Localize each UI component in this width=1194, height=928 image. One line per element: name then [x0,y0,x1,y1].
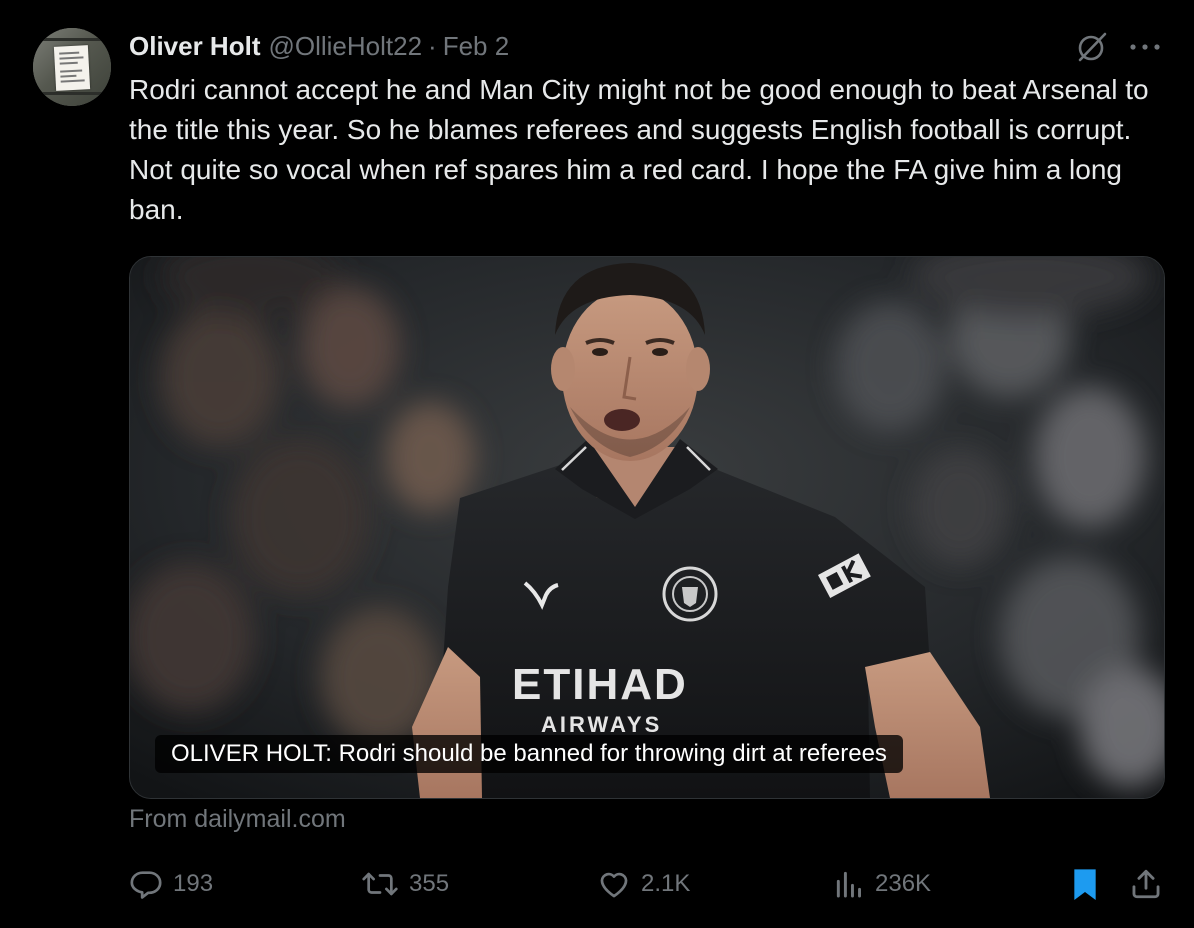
tweet[interactable]: Oliver Holt @OllieHolt22 · Feb 2 Rodri c… [0,0,1194,928]
share-icon [1132,869,1160,899]
views-count: 236K [875,870,932,897]
svg-text:AIRWAYS: AIRWAYS [541,712,662,737]
like-icon [600,872,628,898]
bookmark-button[interactable] [1069,864,1111,904]
card-caption: OLIVER HOLT: Rodri should be banned for … [155,735,903,773]
grok-icon[interactable] [1074,29,1110,65]
svg-text:ETIHAD: ETIHAD [512,660,688,709]
action-bar: 193 355 2.1K 236K [129,864,1169,904]
link-card[interactable]: ETIHAD AIRWAYS OLIVER HOLT: Rodri should… [129,256,1165,799]
tweet-text: Rodri cannot accept he and Man City migh… [129,74,1149,225]
bookmark-icon [1074,869,1096,900]
tweet-header: Oliver Holt @OllieHolt22 · Feb 2 [129,28,509,64]
repost-icon [362,872,398,896]
card-image: ETIHAD AIRWAYS [130,257,1164,798]
avatar[interactable] [33,28,111,106]
repost-button[interactable]: 355 [361,864,449,904]
reply-button[interactable]: 193 [129,864,213,904]
views-button[interactable]: 236K [833,864,931,904]
author-handle[interactable]: @OllieHolt22 [268,31,422,62]
like-button[interactable]: 2.1K [597,864,690,904]
reply-icon [130,871,162,899]
tweet-date[interactable]: Feb 2 [443,31,510,62]
repost-count: 355 [409,870,450,897]
like-count: 2.1K [641,870,691,897]
reply-count: 193 [173,870,214,897]
separator-dot: · [428,30,437,61]
views-icon [836,871,861,898]
share-button[interactable] [1129,864,1173,904]
more-icon[interactable] [1128,32,1162,62]
author-name[interactable]: Oliver Holt [129,31,260,62]
card-source[interactable]: From dailymail.com [129,805,346,834]
